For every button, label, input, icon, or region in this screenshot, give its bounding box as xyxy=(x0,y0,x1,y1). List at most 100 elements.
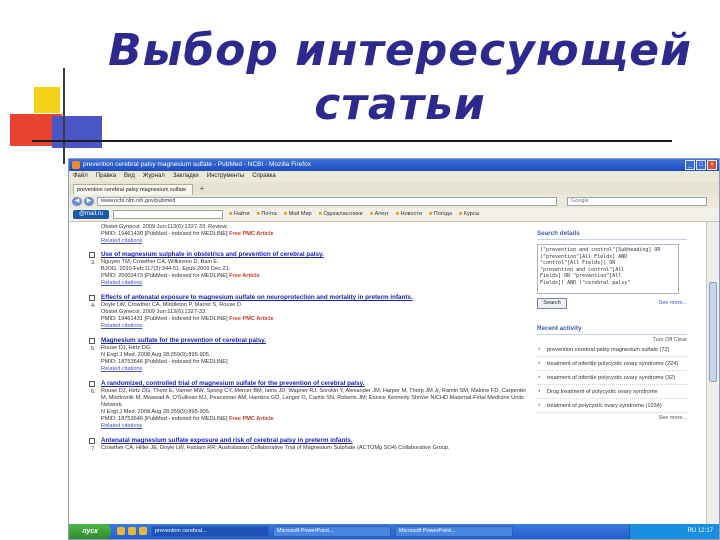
mailru-toolbar-items: Найти Почта Мой Мир Одноклассники Агент … xyxy=(229,210,689,219)
related-citations-link[interactable]: Related citations xyxy=(101,323,529,330)
quick-launch-icon[interactable] xyxy=(117,527,125,535)
toolbar-item[interactable]: Новости xyxy=(396,210,422,219)
toolbar-item[interactable]: Одноклассники xyxy=(319,210,362,219)
page-content: Obstet Gynecol. 2009 Jun;113(6):1327-33.… xyxy=(69,222,719,524)
browser-screenshot: prevention cerebral palsy magnesium sulf… xyxy=(68,158,720,540)
mailru-toolbar: @mail.ru Найти Почта Мой Мир Одноклассни… xyxy=(69,208,719,222)
result-pmid: PMID: 18753646 [PubMed - indexed for MED… xyxy=(101,359,228,365)
recent-activity-controls[interactable]: Turn Off Clear xyxy=(537,337,687,343)
result-number: 4. xyxy=(91,303,96,309)
tab-pubmed[interactable]: prevention cerebral palsy magnesium sulf… xyxy=(73,184,193,195)
quick-launch xyxy=(117,527,147,535)
result-source: Obstet Gynecol. 2009 Jun;113(6):1327-33. xyxy=(101,309,207,315)
result-pmid: PMID: 20003473 [PubMed - indexed for MED… xyxy=(101,273,260,279)
window-titlebar: prevention cerebral palsy magnesium sulf… xyxy=(69,159,719,171)
menu-help[interactable]: Справка xyxy=(252,171,276,182)
mailru-logo[interactable]: @mail.ru xyxy=(73,210,109,219)
related-citations-link[interactable]: Related citations xyxy=(101,280,529,287)
result-authors: Doyle LW, Crowther CA, Middleton P, Marr… xyxy=(101,302,243,308)
decor-blue-rectangle xyxy=(52,116,102,148)
window-controls: _ □ × xyxy=(685,160,717,170)
quick-launch-icon[interactable] xyxy=(139,527,147,535)
toolbar-item[interactable]: Курсы xyxy=(459,210,480,219)
start-button[interactable]: пуск xyxy=(69,524,111,539)
result-checkbox[interactable] xyxy=(89,252,95,258)
scrollbar-thumb[interactable] xyxy=(709,282,717,382)
result-item: 7. Antenatal magnesium sulfate exposure … xyxy=(89,437,529,452)
maximize-button[interactable]: □ xyxy=(696,160,706,170)
new-tab-button[interactable]: + xyxy=(197,184,207,194)
result-title-link[interactable]: Use of magnesium sulphate in obstetrics … xyxy=(101,251,529,259)
result-checkbox[interactable] xyxy=(89,381,95,387)
recent-activity-item[interactable]: treatment of infertile polycystic ovary … xyxy=(537,375,687,385)
quick-launch-icon[interactable] xyxy=(128,527,136,535)
result-checkbox[interactable] xyxy=(89,438,95,444)
result-number: 3. xyxy=(91,260,96,266)
menu-history[interactable]: Журнал xyxy=(143,171,165,182)
recent-activity-item[interactable]: Drug treatment of polycystic ovary syndr… xyxy=(537,389,687,399)
toolbar-item[interactable]: Почта xyxy=(257,210,276,219)
result-authors: Rouse DJ, Hirtz DG. xyxy=(101,345,152,351)
toolbar-item[interactable]: Погода xyxy=(429,210,452,219)
result-title-link[interactable]: Magnesium sulfate for the prevention of … xyxy=(101,337,529,345)
result-item: 3. Use of magnesium sulphate in obstetri… xyxy=(89,251,529,287)
navigation-bar: ◀ ▶ www.ncbi.nlm.nih.gov/pubmed Google xyxy=(69,195,719,208)
recent-activity-item[interactable]: treatment of infertile polycystic ovary … xyxy=(537,361,687,371)
recent-activity-heading: Recent activity xyxy=(537,323,687,335)
result-title-link[interactable]: Effects of antenatal exposure to magnesi… xyxy=(101,294,529,302)
result-pmid: PMID: 18753646 [PubMed - indexed for MED… xyxy=(101,416,274,422)
menu-bookmarks[interactable]: Закладки xyxy=(173,171,199,182)
firefox-icon xyxy=(72,161,80,169)
result-pmid: PMID: 19461431 [PubMed - indexed for MED… xyxy=(101,316,274,322)
result-source: N Engl J Med. 2008 Aug 28;359(9):895-905… xyxy=(101,352,211,358)
system-tray-clock: RU 12:17 xyxy=(629,524,719,539)
result-number: 7. xyxy=(91,446,96,452)
address-bar[interactable]: www.ncbi.nlm.nih.gov/pubmed xyxy=(97,197,557,206)
menu-view[interactable]: Вид xyxy=(124,171,135,182)
result-checkbox[interactable] xyxy=(89,295,95,301)
taskbar-item-powerpoint-2[interactable]: Microsoft PowerPoint... xyxy=(395,526,513,537)
window-title: prevention cerebral palsy magnesium sulf… xyxy=(83,161,311,168)
taskbar-item-firefox[interactable]: prevention cerebral... xyxy=(151,526,269,537)
forward-arrow-icon[interactable]: ▶ xyxy=(84,197,94,206)
see-more-link[interactable]: See more... xyxy=(659,300,687,306)
tab-bar: prevention cerebral palsy magnesium sulf… xyxy=(69,182,719,196)
decor-vertical-line xyxy=(63,68,65,164)
decor-horizontal-line xyxy=(32,140,672,142)
mailru-search-input[interactable] xyxy=(113,210,223,219)
recent-activity-item[interactable]: treatment of polycystic ovary syndrome (… xyxy=(537,403,687,413)
minimize-button[interactable]: _ xyxy=(685,160,695,170)
search-details-textarea[interactable]: ("prevention and control"[Subheading] OR… xyxy=(537,244,679,294)
result-item: 4. Effects of antenatal exposure to magn… xyxy=(89,294,529,330)
preamble-pmid: PMID: 19461430 [PubMed - indexed for MED… xyxy=(101,231,274,237)
menu-file[interactable]: Файл xyxy=(73,171,88,182)
windows-taskbar: пуск prevention cerebral... Microsoft Po… xyxy=(69,524,719,539)
related-citations-link[interactable]: Related citations xyxy=(101,423,529,430)
back-arrow-icon[interactable]: ◀ xyxy=(72,197,82,206)
preamble-related-link[interactable]: Related citations xyxy=(89,238,529,245)
result-number: 6. xyxy=(91,389,96,395)
result-authors: Crowther CA, Hiller JE, Doyle LW, Haslam… xyxy=(101,445,450,451)
browser-search-input[interactable]: Google xyxy=(567,197,707,206)
preamble-source: Obstet Gynecol. 2009 Jun;113(6):1327-33.… xyxy=(101,224,228,230)
toolbar-item[interactable]: Агент xyxy=(370,210,389,219)
toolbar-item[interactable]: Мой Мир xyxy=(284,210,312,219)
slide-title: Выбор интересующей статьи xyxy=(108,25,692,130)
result-title-link[interactable]: Antenatal magnesium sulfate exposure and… xyxy=(101,437,529,445)
result-title-link[interactable]: A randomized, controlled trial of magnes… xyxy=(101,380,529,388)
result-authors: Nguyen TM, Crowther CA, Wilkinson D, Bai… xyxy=(101,259,219,265)
menu-bar: Файл Правка Вид Журнал Закладки Инструме… xyxy=(69,171,719,182)
see-more-activity-link[interactable]: See more... xyxy=(537,415,687,421)
menu-tools[interactable]: Инструменты xyxy=(207,171,244,182)
related-citations-link[interactable]: Related citations xyxy=(101,366,529,373)
menu-edit[interactable]: Правка xyxy=(96,171,116,182)
close-button[interactable]: × xyxy=(707,160,717,170)
taskbar-item-powerpoint-1[interactable]: Microsoft PowerPoint... xyxy=(273,526,391,537)
vertical-scrollbar[interactable] xyxy=(706,222,719,524)
toolbar-item[interactable]: Найти xyxy=(229,210,250,219)
search-details-button[interactable]: Search xyxy=(537,298,567,309)
result-source: BJOG. 2010 Feb;117(3):344-51. Epub 2009 … xyxy=(101,266,231,272)
recent-activity-item[interactable]: prevention cerebral palsy magnesium sulf… xyxy=(537,347,687,357)
result-checkbox[interactable] xyxy=(89,338,95,344)
result-source: N Engl J Med. 2008 Aug 28;359(9):895-905… xyxy=(101,409,211,415)
